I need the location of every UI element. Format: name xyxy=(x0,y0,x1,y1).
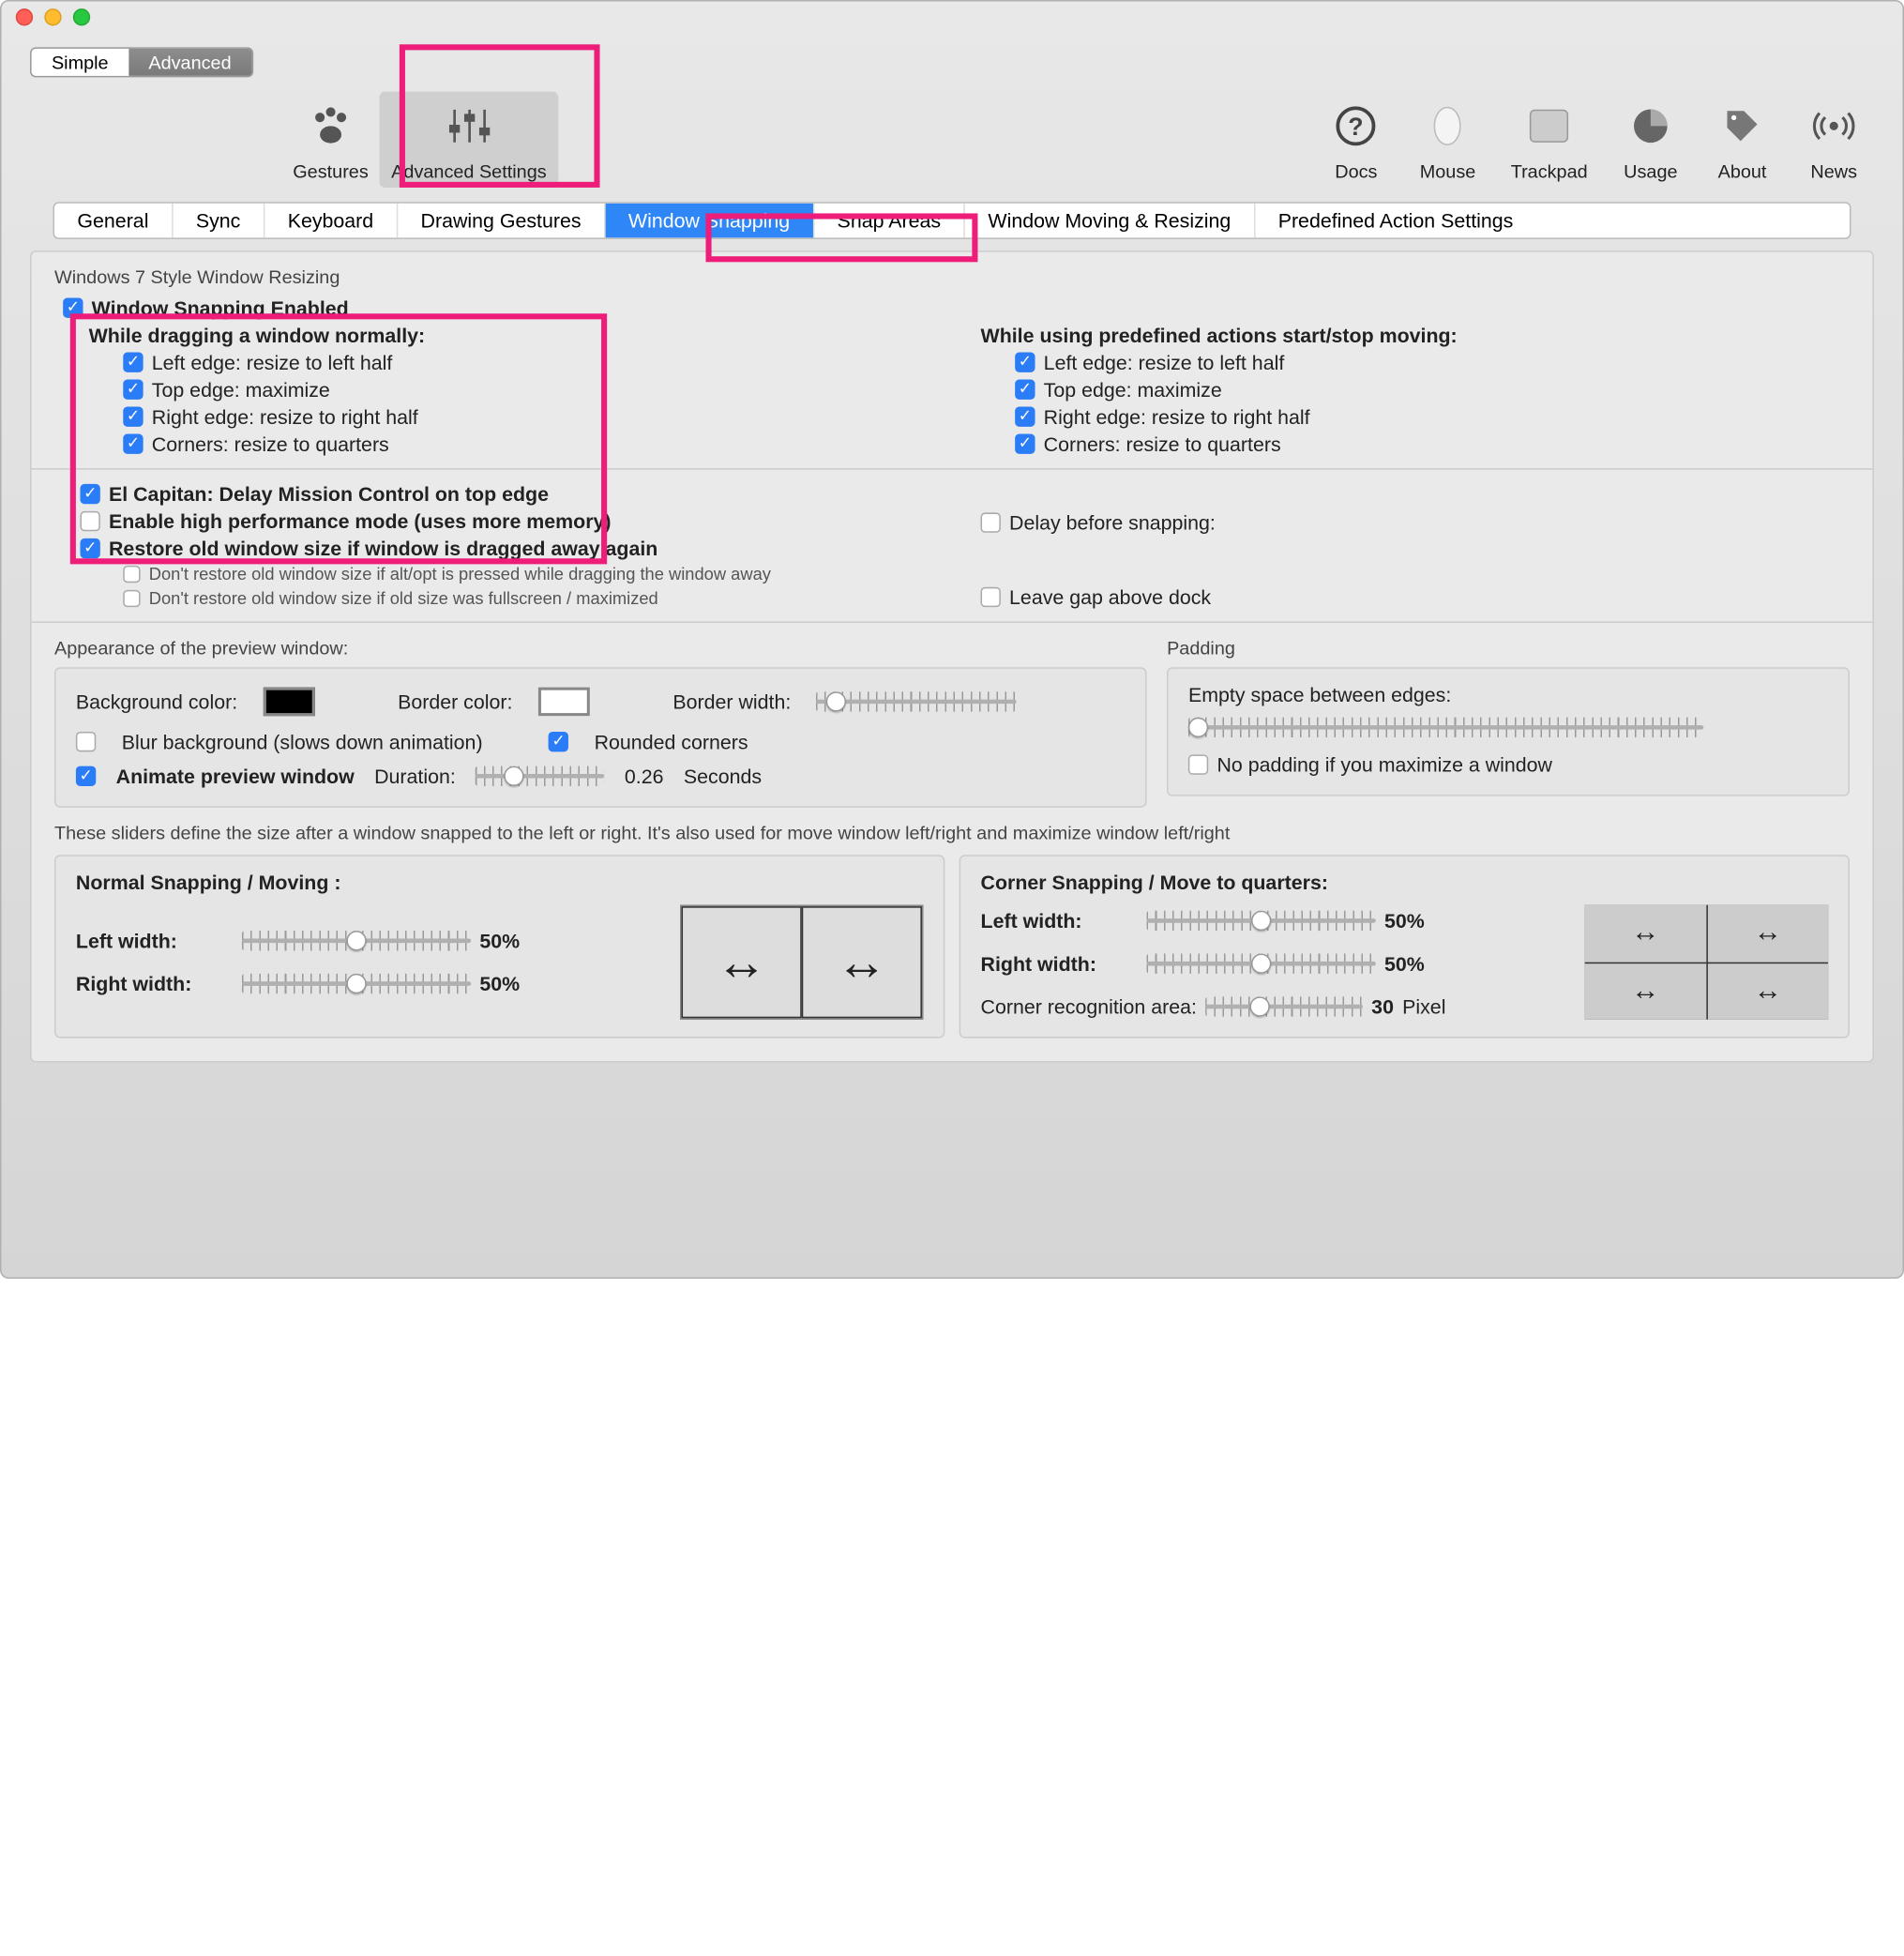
tab-drawing[interactable]: Drawing Gestures xyxy=(398,204,605,238)
checkbox-rounded[interactable] xyxy=(549,732,568,751)
toolbar-about[interactable]: About xyxy=(1702,92,1782,188)
paw-icon xyxy=(302,98,359,155)
heading-drag-normal: While dragging a window normally: xyxy=(89,324,924,346)
appearance-title: Appearance of the preview window: xyxy=(54,637,1147,659)
zoom-button[interactable] xyxy=(73,8,90,25)
toolbar-news[interactable]: News xyxy=(1793,92,1873,188)
toolbar-advanced-settings[interactable]: Advanced Settings xyxy=(380,92,558,188)
checkbox-predef-corners[interactable] xyxy=(1015,433,1035,453)
help-icon: ? xyxy=(1327,98,1384,155)
checkbox-drag-left[interactable] xyxy=(123,352,143,371)
toolbar-mouse[interactable]: Mouse xyxy=(1408,92,1488,188)
preferences-window: Simple Advanced Gestures Advanced Settin… xyxy=(0,0,1904,1279)
padding-title: Padding xyxy=(1167,637,1850,659)
normal-snapping-title: Normal Snapping / Moving : xyxy=(76,871,924,893)
mouse-icon xyxy=(1419,98,1476,155)
checkbox-restore[interactable] xyxy=(80,538,99,558)
sliders-icon xyxy=(440,98,497,155)
checkbox-animate[interactable] xyxy=(76,766,96,786)
toolbar-docs[interactable]: ?Docs xyxy=(1316,92,1396,188)
svg-text:?: ? xyxy=(1349,113,1364,141)
checkbox-delay-snap[interactable] xyxy=(981,512,1001,532)
checkbox-nopad-max[interactable] xyxy=(1188,754,1208,774)
toolbar-usage[interactable]: Usage xyxy=(1610,92,1690,188)
tab-snap-areas[interactable]: Snap Areas xyxy=(814,204,965,238)
tab-predefined[interactable]: Predefined Action Settings xyxy=(1255,204,1536,238)
slider-corner-left[interactable] xyxy=(1147,911,1376,931)
minimize-button[interactable] xyxy=(44,8,61,25)
checkbox-restore-fullscreen[interactable] xyxy=(123,590,140,607)
toolbar-trackpad[interactable]: Trackpad xyxy=(1499,92,1598,188)
tab-window-moving[interactable]: Window Moving & Resizing xyxy=(965,204,1255,238)
slider-border-width[interactable] xyxy=(817,691,1018,711)
tab-keyboard[interactable]: Keyboard xyxy=(264,204,398,238)
pie-icon xyxy=(1622,98,1679,155)
checkbox-elcapitan[interactable] xyxy=(80,484,99,504)
slider-duration[interactable] xyxy=(476,766,604,786)
tab-general[interactable]: General xyxy=(54,204,173,238)
checkbox-gap-dock[interactable] xyxy=(981,587,1001,607)
slider-cra[interactable] xyxy=(1205,996,1363,1016)
tab-window-snapping[interactable]: Window Snapping xyxy=(606,204,815,238)
mode-segmented[interactable]: Simple Advanced xyxy=(30,47,252,77)
preview-normal: ↔↔ xyxy=(680,905,923,1020)
slider-padding[interactable] xyxy=(1188,718,1703,737)
slider-normal-right[interactable] xyxy=(242,974,471,993)
checkbox-predef-top[interactable] xyxy=(1015,379,1035,399)
mode-advanced[interactable]: Advanced xyxy=(128,49,251,76)
section-title: Windows 7 Style Window Resizing xyxy=(54,266,1850,288)
mode-simple[interactable]: Simple xyxy=(32,49,128,76)
sliders-desc: These sliders define the size after a wi… xyxy=(54,822,1850,843)
label-snapping-enabled: Window Snapping Enabled xyxy=(92,296,349,319)
colorwell-bg[interactable] xyxy=(264,688,315,717)
heading-predef-actions: While using predefined actions start/sto… xyxy=(981,324,1850,346)
checkbox-restore-alt[interactable] xyxy=(123,566,140,583)
checkbox-snapping-enabled[interactable] xyxy=(63,297,83,317)
colorwell-border[interactable] xyxy=(538,688,590,717)
tag-icon xyxy=(1714,98,1771,155)
corner-snapping-title: Corner Snapping / Move to quarters: xyxy=(981,871,1829,893)
close-button[interactable] xyxy=(16,8,33,25)
preview-corner: ↔↔↔↔ xyxy=(1585,905,1828,1020)
content-panel: Windows 7 Style Window Resizing Window S… xyxy=(30,250,1874,1062)
checkbox-predef-left[interactable] xyxy=(1015,352,1035,371)
checkbox-blur[interactable] xyxy=(76,732,96,751)
checkbox-hiperf[interactable] xyxy=(80,511,99,531)
checkbox-drag-right[interactable] xyxy=(123,406,143,426)
checkbox-drag-corners[interactable] xyxy=(123,433,143,453)
slider-normal-left[interactable] xyxy=(242,931,471,950)
settings-tabs: General Sync Keyboard Drawing Gestures W… xyxy=(53,202,1851,239)
slider-corner-right[interactable] xyxy=(1147,954,1376,974)
toolbar: Simple Advanced Gestures Advanced Settin… xyxy=(2,33,1903,188)
checkbox-drag-top[interactable] xyxy=(123,379,143,399)
toolbar-gestures[interactable]: Gestures xyxy=(281,92,380,188)
checkbox-predef-right[interactable] xyxy=(1015,406,1035,426)
tab-sync[interactable]: Sync xyxy=(173,204,264,238)
titlebar xyxy=(2,2,1903,34)
trackpad-icon xyxy=(1520,98,1578,155)
broadcast-icon xyxy=(1806,98,1863,155)
